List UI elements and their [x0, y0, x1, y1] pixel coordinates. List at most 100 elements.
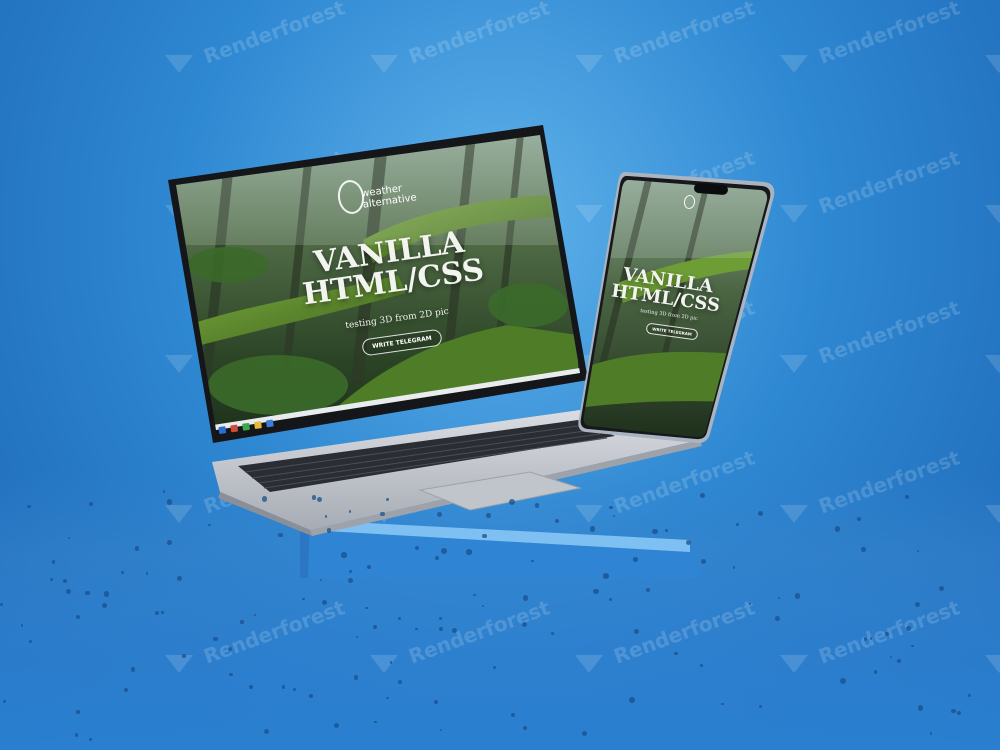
mockup-scene: Renderforest Renderforest Renderforest Rend… — [0, 0, 1000, 750]
floor-speck — [834, 526, 841, 532]
floor-speck — [758, 704, 763, 708]
renderforest-logo-icon — [985, 55, 1000, 73]
floor-speck — [482, 534, 487, 539]
renderforest-logo-icon — [985, 205, 1000, 223]
floor-speck — [293, 687, 296, 691]
renderforest-logo-icon — [575, 55, 603, 73]
floor-speck — [735, 522, 739, 526]
floor-speck — [465, 549, 472, 555]
floor-speck — [951, 708, 956, 714]
floor-speck — [511, 712, 516, 717]
floor-speck — [700, 493, 705, 499]
floor-speck — [208, 523, 211, 526]
mail-icon[interactable] — [265, 419, 274, 428]
floor-speck — [145, 572, 149, 575]
floor-speck — [67, 536, 71, 539]
floor-speck — [334, 722, 340, 728]
floor-speck — [904, 494, 909, 500]
floor-speck — [863, 636, 868, 641]
floor-speck — [123, 688, 128, 693]
floor-speck — [309, 694, 313, 698]
floor-speck — [0, 602, 4, 606]
watermark-text: Renderforest — [815, 0, 963, 69]
start-icon[interactable] — [218, 426, 227, 435]
floor-speck — [166, 540, 172, 545]
floor-speck — [632, 556, 638, 562]
floor-speck — [609, 597, 613, 601]
floor-speck — [509, 498, 516, 505]
renderforest-logo-icon — [780, 55, 808, 73]
floor-speck — [248, 685, 253, 690]
floor-speck — [380, 511, 385, 517]
folder-icon[interactable] — [254, 421, 262, 430]
floor-speck — [774, 615, 780, 621]
renderforest-logo-icon — [780, 205, 808, 223]
floor-speck — [857, 516, 861, 521]
floor-speck — [353, 674, 359, 680]
floor-speck — [316, 497, 322, 503]
floor-speck — [227, 646, 232, 651]
floor-speck — [758, 510, 763, 516]
floor-speck — [929, 732, 932, 735]
floor-speck — [2, 700, 6, 704]
floor-speck — [365, 606, 368, 609]
floor-speck — [134, 545, 140, 551]
floor-speck — [281, 685, 286, 689]
floor-speck — [374, 720, 377, 724]
floor-speck — [451, 628, 457, 634]
floor-speck — [700, 664, 703, 668]
floor-speck — [155, 610, 159, 615]
floor-speck — [182, 654, 186, 658]
floor-speck — [311, 495, 316, 500]
floor-speck — [885, 632, 889, 636]
floor-speck — [434, 556, 439, 560]
floor-speck — [486, 513, 492, 518]
floor-speck — [386, 696, 389, 699]
floor-speck — [261, 496, 268, 502]
floor-speck — [213, 636, 218, 641]
renderforest-logo-icon — [165, 55, 193, 73]
floor-speck — [938, 585, 945, 592]
floor-speck — [278, 532, 283, 538]
renderforest-logo-icon — [370, 55, 398, 73]
watermark-text: Renderforest — [405, 0, 553, 69]
floor-speck — [748, 602, 751, 605]
floor-speck — [860, 547, 866, 553]
floor-speck — [130, 667, 135, 672]
floor-speck — [609, 505, 613, 509]
floor-speck — [240, 620, 244, 624]
renderforest-logo-icon — [780, 355, 808, 373]
floor-speck — [721, 702, 724, 706]
floor-speck — [386, 497, 390, 501]
floor-speck — [555, 518, 560, 523]
watermark-text: Renderforest — [200, 0, 348, 69]
watermark-text: Renderforest — [815, 295, 963, 369]
browser-icon[interactable] — [242, 422, 251, 431]
floor-speck — [473, 593, 476, 597]
search-icon[interactable] — [230, 424, 239, 433]
renderforest-logo-icon — [985, 355, 1000, 373]
floor-speck — [645, 587, 650, 593]
floor-speck — [674, 651, 678, 656]
floor-speck — [76, 710, 80, 714]
floor-speck — [348, 577, 354, 583]
floor-speck — [967, 693, 971, 697]
watermark-text: Renderforest — [815, 145, 963, 219]
floor-speck — [20, 624, 24, 627]
floor-speck — [373, 624, 378, 629]
floor-speck — [794, 593, 801, 599]
floor-speck — [415, 627, 418, 631]
floor-speck — [839, 677, 846, 684]
floor-speck — [166, 499, 173, 505]
floor-speck — [438, 616, 442, 620]
floor-speck — [534, 503, 540, 508]
floor-speck — [589, 525, 596, 532]
floor-speck — [522, 621, 527, 627]
floor-speck — [531, 559, 534, 562]
floor-speck — [89, 501, 94, 506]
floor-speck — [341, 551, 347, 558]
watermark-text: Renderforest — [610, 0, 758, 69]
floor-speck — [633, 628, 639, 634]
floor-speck — [161, 611, 164, 614]
floor-speck — [264, 729, 269, 735]
